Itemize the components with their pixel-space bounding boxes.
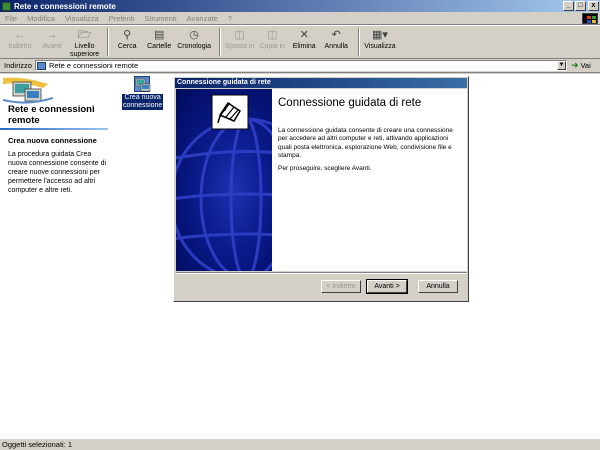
wizard-prompt: Per proseguire, scegliere Avanti.	[278, 165, 372, 172]
toolbar: ← Indietro → Avanti 🗁 Livello superiore …	[0, 25, 600, 59]
menu-edit[interactable]: Modifica	[22, 14, 60, 23]
address-label: Indirizzo	[4, 61, 32, 70]
network-folder-icon	[36, 61, 46, 70]
panel-divider	[0, 128, 108, 130]
move-to-icon: ◫	[234, 29, 245, 41]
copy-to-icon: ◫	[267, 29, 278, 41]
status-bar: Oggetti selezionati: 1	[0, 438, 600, 450]
wizard-heading: Connessione guidata di rete	[278, 97, 422, 109]
address-bar: Indirizzo Rete e connessioni remote ▼ ➜ …	[0, 59, 600, 73]
address-value: Rete e connessioni remote	[48, 61, 139, 70]
delete-x-icon: ✕	[299, 29, 309, 41]
undo-button[interactable]: ↶ Annulla	[322, 28, 350, 51]
close-button[interactable]: x	[588, 1, 599, 11]
network-connections-icon	[3, 77, 53, 104]
status-text: Oggetti selezionati: 1	[2, 440, 73, 449]
address-dropdown-button[interactable]: ▼	[556, 61, 566, 70]
menu-file[interactable]: File	[0, 14, 22, 23]
menu-help[interactable]: ?	[223, 14, 237, 23]
copy-to-button[interactable]: ◫ Copia in	[258, 28, 286, 51]
wizard-body: Connessione guidata di rete La connessio…	[272, 89, 467, 271]
wizard-back-button[interactable]: < Indietro	[321, 280, 361, 293]
undo-icon: ↶	[331, 29, 341, 41]
up-folder-icon: 🗁	[77, 29, 92, 41]
panel-title: Rete e connessioni remote	[8, 104, 95, 126]
menu-tools[interactable]: Strumenti	[140, 14, 182, 23]
search-button[interactable]: ⚲ Cerca	[113, 28, 141, 51]
toolbar-separator	[219, 28, 222, 56]
wizard-next-button[interactable]: Avanti >	[366, 279, 408, 294]
maximize-button[interactable]: □	[575, 1, 586, 11]
selected-item-description: La procedura guidata Crea nuova connessi…	[8, 151, 107, 194]
forward-arrow-icon: →	[46, 29, 58, 41]
views-button[interactable]: ▦▾ Visualizza	[364, 28, 395, 51]
wizard-description: La connessione guidata consente di crear…	[278, 127, 453, 159]
history-icon: ◷	[189, 29, 199, 41]
folders-button[interactable]: ▤ Cartelle	[145, 28, 173, 51]
go-button[interactable]: ➜ Vai	[571, 60, 591, 71]
wizard-side-banner	[176, 89, 272, 271]
back-button[interactable]: ← Indietro	[6, 28, 34, 51]
folders-icon: ▤	[153, 29, 165, 41]
selected-item-title: Crea nuova connessione	[8, 136, 97, 145]
menu-favorites[interactable]: Preferiti	[104, 14, 140, 23]
network-folder-icon	[2, 1, 11, 11]
window-title: Rete e connessioni remote	[14, 1, 116, 11]
toolbar-separator	[107, 28, 110, 56]
move-to-button[interactable]: ◫ Sposta in	[225, 28, 254, 51]
up-level-button[interactable]: 🗁 Livello superiore	[70, 28, 99, 59]
address-input[interactable]: Rete e connessioni remote ▼	[34, 60, 567, 71]
web-view-panel: Rete e connessioni remote Crea nuova con…	[0, 74, 112, 438]
wizard-separator	[176, 272, 467, 274]
new-connection-item[interactable]: Crea nuova connessione	[122, 76, 164, 110]
wizard-title-bar[interactable]: Connessione guidata di rete	[175, 78, 467, 88]
delete-button[interactable]: ✕ Elimina	[290, 28, 318, 51]
wizard-cancel-button[interactable]: Annulla	[418, 280, 458, 293]
window-title-bar[interactable]: Rete e connessioni remote _ □ x	[0, 0, 600, 12]
menu-view[interactable]: Visualizza	[60, 14, 104, 23]
search-icon: ⚲	[123, 29, 132, 41]
back-arrow-icon: ←	[14, 29, 26, 41]
windows-logo-icon	[582, 13, 598, 24]
menu-bar: File Modifica Visualizza Preferiti Strum…	[0, 12, 600, 25]
minimize-button[interactable]: _	[563, 1, 574, 11]
go-arrow-icon: ➜	[570, 60, 579, 70]
toolbar-separator	[358, 28, 361, 56]
menu-advanced[interactable]: Avanzate	[182, 14, 223, 23]
forward-button[interactable]: → Avanti	[38, 28, 66, 51]
views-grid-icon: ▦▾	[371, 29, 388, 41]
new-connection-label: Crea nuova connessione	[122, 94, 164, 110]
new-connection-icon	[134, 76, 151, 92]
history-button[interactable]: ◷ Cronologia	[177, 28, 211, 51]
globe-graphic	[176, 94, 272, 271]
network-wizard-dialog: Connessione guidata di rete Connessione …	[173, 76, 469, 302]
